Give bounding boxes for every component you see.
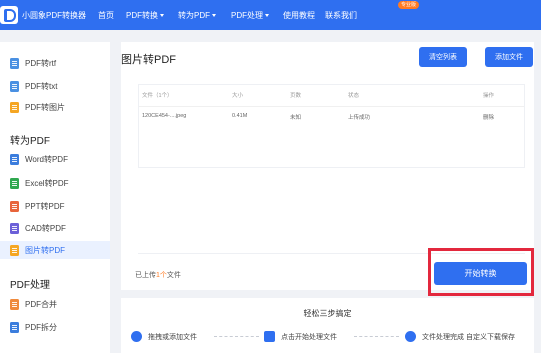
step-item-process: 点击开始处理文件 [264,331,337,342]
page-title: 图片转PDF [121,54,176,66]
step-label: 拖拽或添加文件 [148,333,197,341]
nav-home[interactable]: 首页 [98,10,114,21]
process-step-icon [264,331,275,342]
image-file-icon [10,101,19,113]
steps-title: 轻松三步搞定 [303,309,352,318]
add-file-step-icon [131,331,142,342]
chevron-down-icon [212,14,216,18]
chevron-down-icon [160,14,164,18]
sidebar-item-label: Word转PDF [25,154,68,164]
ppt-file-icon [10,200,19,212]
header-divider [139,106,524,107]
app-name: 小圆象PDF转换器 [22,11,86,20]
sidebar-item-label: PDF转图片 [25,102,65,112]
image-file-icon [10,244,19,256]
column-header-pages: 页数 [290,93,302,99]
sidebar-item-label: PDF转rtf [25,58,57,68]
file-pages-cell: 未知 [290,115,302,121]
step-item-add-file: 拖拽或添加文件 [131,331,197,342]
file-name-cell: 120CE454-....jpeg [142,113,187,119]
split-file-icon [10,321,19,333]
cad-file-icon [10,222,19,234]
column-header-status: 状态 [348,93,360,99]
word-file-icon [10,153,19,165]
sidebar: PDF转rtf PDF转txt PDF转图片 转为PDF Word转PDF Ex… [0,42,110,353]
sidebar-item-label: PDF拆分 [25,322,57,332]
merge-file-icon [10,298,19,310]
sidebar-item-excel-to-pdf[interactable]: Excel转PDF [10,176,69,190]
sidebar-item-label: 图片转PDF [25,245,65,255]
excel-file-icon [10,177,19,189]
sidebar-item-pdf-to-image[interactable]: PDF转图片 [10,100,65,114]
chevron-down-icon [265,14,269,18]
step-label: 点击开始处理文件 [281,333,337,341]
nav-contact[interactable]: 联系我们 [325,10,357,21]
sidebar-item-pdf-split[interactable]: PDF拆分 [10,320,57,334]
sidebar-item-label: PDF合并 [25,299,57,309]
sidebar-item-image-to-pdf[interactable]: 图片转PDF [0,241,110,259]
file-table: 文件（1个） 大小 页数 状态 操作 120CE454-....jpeg 0.4… [138,84,525,168]
upload-status-text: 已上传1个文件 [135,270,181,280]
sidebar-item-word-to-pdf[interactable]: Word转PDF [10,152,68,166]
section-title-pdf-process: PDF处理 [10,280,50,291]
column-header-size: 大小 [232,93,244,99]
steps-panel: 轻松三步搞定 拖拽或添加文件 点击开始处理文件 文件处理完成 自定义下载保存 [121,298,534,353]
file-status-cell: 上传成功 [348,115,371,121]
add-file-button[interactable]: 添加文件 [485,47,533,67]
nav-pdf-process-label: PDF处理 [231,11,263,20]
sidebar-item-label: PDF转txt [25,81,58,91]
sidebar-item-label: CAD转PDF [25,223,66,233]
sidebar-item-label: PPT转PDF [25,201,65,211]
sidebar-item-pdf-to-txt[interactable]: PDF转txt [10,79,57,93]
txt-file-icon [10,80,19,92]
upload-suffix: 文件 [166,272,181,279]
step-connector [214,336,259,337]
sidebar-item-pdf-to-rtf[interactable]: PDF转rtf [10,56,56,70]
sidebar-item-label: Excel转PDF [25,178,69,188]
nav-pdf-process[interactable]: PDF处理 [231,10,269,21]
app-logo-icon [0,6,18,24]
nav-to-pdf[interactable]: 转为PDF [178,10,216,21]
upload-prefix: 已上传 [135,272,156,279]
nav-pdf-convert[interactable]: PDF转换 [126,10,164,21]
delete-link[interactable]: 删除 [483,113,494,121]
nav-to-pdf-label: 转为PDF [178,11,210,20]
step-item-download: 文件处理完成 自定义下载保存 [405,331,515,342]
sidebar-item-cad-to-pdf[interactable]: CAD转PDF [10,221,66,235]
clear-list-button[interactable]: 清空列表 [419,47,467,67]
download-step-icon [405,331,416,342]
top-nav-bar: 小圆象PDF转换器 首页 PDF转换 转为PDF PDF处理 使用教程 联系我们… [0,0,541,30]
sidebar-item-pdf-merge[interactable]: PDF合并 [10,297,57,311]
column-header-action: 操作 [483,93,495,99]
start-convert-button[interactable]: 开始转换 [434,262,527,285]
step-label: 文件处理完成 自定义下载保存 [422,333,515,341]
column-header-file: 文件（1个） [142,93,173,99]
nav-pdf-convert-label: PDF转换 [126,11,158,20]
sidebar-item-ppt-to-pdf[interactable]: PPT转PDF [10,199,65,213]
step-connector [354,336,399,337]
file-size-cell: 0.41M [232,113,248,119]
pro-badge: 专业版 [398,1,420,9]
nav-tutorial[interactable]: 使用教程 [283,10,315,21]
upload-count: 1个 [156,272,167,279]
rtf-file-icon [10,57,19,69]
section-title-to-pdf: 转为PDF [10,136,50,147]
